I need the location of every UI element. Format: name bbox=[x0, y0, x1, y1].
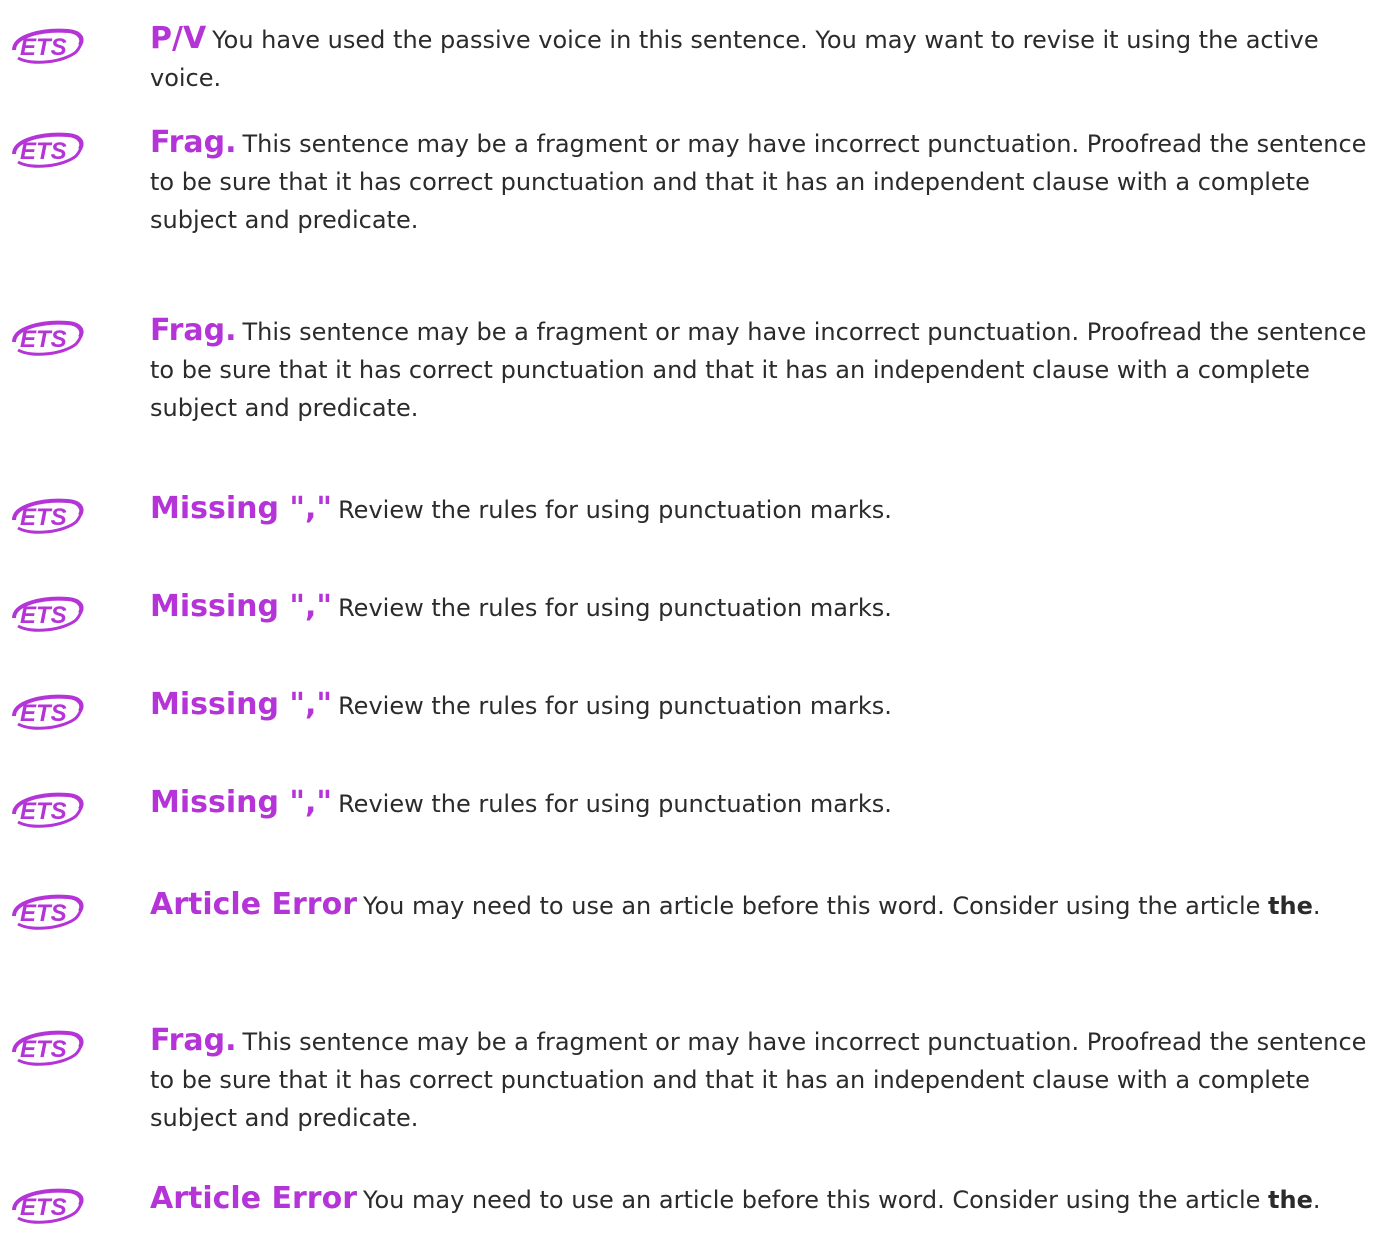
feedback-message: Review the rules for using punctuation m… bbox=[338, 790, 892, 818]
feedback-text: Missing "," Review the rules for using pu… bbox=[150, 588, 1390, 627]
ets-logo-icon: ETS bbox=[8, 496, 86, 536]
svg-text:ETS: ETS bbox=[20, 602, 67, 629]
feedback-text: Frag. This sentence may be a fragment or … bbox=[150, 312, 1390, 427]
feedback-message: You may need to use an article before th… bbox=[362, 892, 1269, 920]
feedback-message: You may need to use an article before th… bbox=[362, 1186, 1269, 1214]
feedback-end: . bbox=[1312, 892, 1321, 920]
feedback-message: Review the rules for using punctuation m… bbox=[338, 692, 892, 720]
ets-logo-icon: ETS bbox=[8, 892, 86, 932]
feedback-text: Article Error You may need to use an arti… bbox=[150, 1180, 1390, 1219]
ets-logo-icon: ETS bbox=[8, 1186, 86, 1226]
feedback-message: This sentence may be a fragment or may h… bbox=[150, 130, 1367, 234]
feedback-message: This sentence may be a fragment or may h… bbox=[150, 318, 1367, 422]
feedback-tag: P/V bbox=[150, 21, 207, 56]
ets-logo-icon: ETS bbox=[8, 318, 86, 358]
feedback-text: Article Error You may need to use an arti… bbox=[150, 886, 1390, 925]
ets-logo-icon: ETS bbox=[8, 790, 86, 830]
feedback-tag: Missing "," bbox=[150, 589, 333, 624]
svg-text:ETS: ETS bbox=[20, 700, 67, 727]
feedback-end: . bbox=[1312, 1186, 1321, 1214]
ets-logo-icon: ETS bbox=[8, 594, 86, 634]
feedback-tag: Frag. bbox=[150, 1023, 237, 1058]
svg-text:ETS: ETS bbox=[20, 34, 67, 61]
feedback-text: Frag. This sentence may be a fragment or … bbox=[150, 124, 1390, 239]
svg-text:ETS: ETS bbox=[20, 1194, 67, 1221]
feedback-text: Frag. This sentence may be a fragment or … bbox=[150, 1022, 1390, 1137]
ets-logo-icon: ETS bbox=[8, 692, 86, 732]
feedback-bold-word: the bbox=[1268, 1186, 1313, 1214]
feedback-tag: Missing "," bbox=[150, 687, 333, 722]
feedback-tag: Missing "," bbox=[150, 491, 333, 526]
feedback-message: This sentence may be a fragment or may h… bbox=[150, 1028, 1367, 1132]
feedback-message: Review the rules for using punctuation m… bbox=[338, 594, 892, 622]
feedback-tag: Missing "," bbox=[150, 785, 333, 820]
feedback-tag: Frag. bbox=[150, 125, 237, 160]
feedback-message: You have used the passive voice in this … bbox=[150, 26, 1319, 92]
feedback-tag: Frag. bbox=[150, 313, 237, 348]
svg-text:ETS: ETS bbox=[20, 798, 67, 825]
svg-text:ETS: ETS bbox=[20, 138, 67, 165]
ets-logo-icon: ETS bbox=[8, 130, 86, 170]
svg-text:ETS: ETS bbox=[20, 504, 67, 531]
ets-logo-icon: ETS bbox=[8, 1028, 86, 1068]
feedback-bold-word: the bbox=[1268, 892, 1313, 920]
feedback-text: P/V You have used the passive voice in th… bbox=[150, 20, 1390, 97]
feedback-text: Missing "," Review the rules for using pu… bbox=[150, 490, 1390, 529]
svg-text:ETS: ETS bbox=[20, 326, 67, 353]
svg-text:ETS: ETS bbox=[20, 1036, 67, 1063]
ets-logo-icon: ETS bbox=[8, 26, 86, 66]
feedback-tag: Article Error bbox=[150, 887, 357, 922]
feedback-text: Missing "," Review the rules for using pu… bbox=[150, 686, 1390, 725]
feedback-tag: Article Error bbox=[150, 1181, 357, 1216]
svg-text:ETS: ETS bbox=[20, 900, 67, 927]
feedback-text: Missing "," Review the rules for using pu… bbox=[150, 784, 1390, 823]
feedback-message: Review the rules for using punctuation m… bbox=[338, 496, 892, 524]
